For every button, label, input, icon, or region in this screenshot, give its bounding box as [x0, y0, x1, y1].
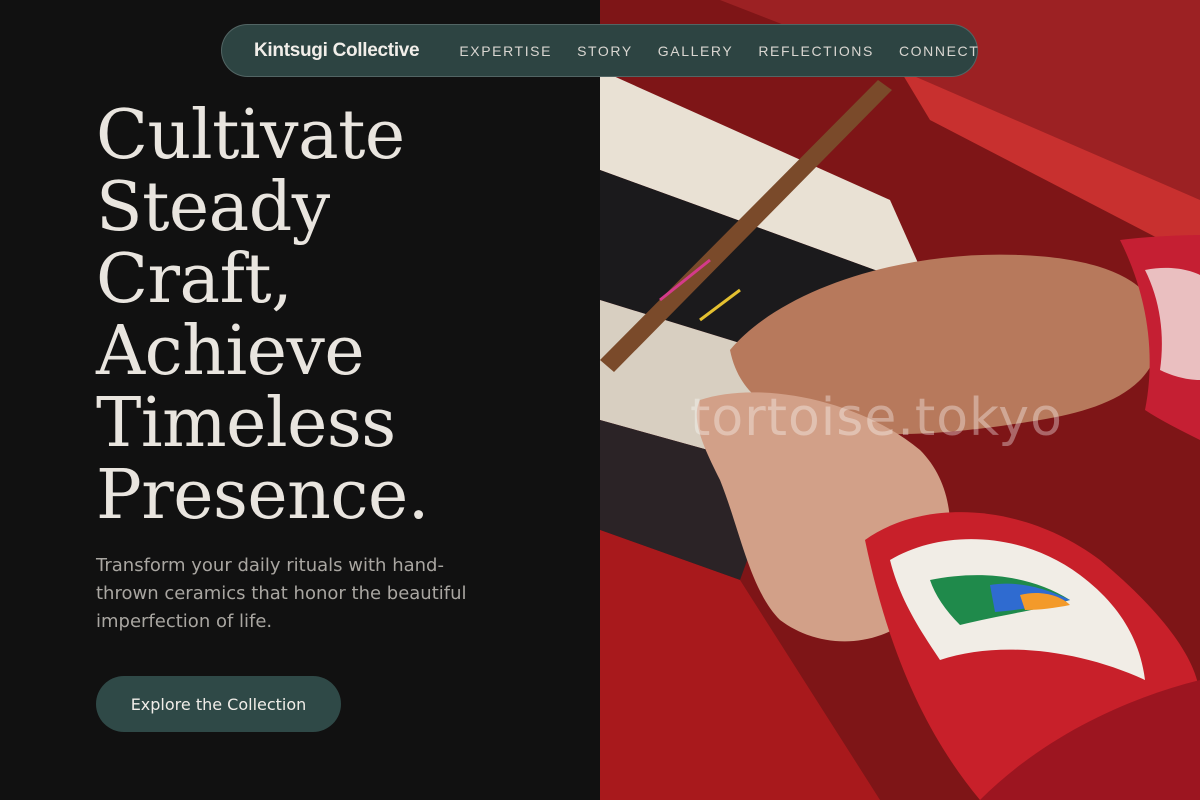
- nav-link-expertise[interactable]: EXPERTISE: [459, 43, 552, 59]
- nav-link-story[interactable]: STORY: [577, 43, 633, 59]
- top-navigation: Kintsugi Collective EXPERTISE STORY GALL…: [221, 24, 978, 77]
- headline-line: Achieve: [96, 312, 365, 391]
- headline-line: Craft,: [96, 240, 293, 319]
- nav-link-connect[interactable]: CONNECT: [899, 43, 979, 59]
- nav-link-gallery[interactable]: GALLERY: [658, 43, 734, 59]
- page: Cultivate Steady Craft, Achieve Timeless…: [0, 0, 1200, 800]
- hero-subtext: Transform your daily rituals with hand-t…: [96, 555, 467, 632]
- explore-collection-button[interactable]: Explore the Collection: [96, 676, 341, 732]
- headline-line: Presence.: [96, 456, 429, 535]
- headline-line: Steady: [96, 168, 330, 247]
- nav-link-reflections[interactable]: REFLECTIONS: [758, 43, 874, 59]
- headline-line: Timeless: [96, 384, 396, 463]
- headline-line: Cultivate: [96, 96, 405, 175]
- hero-headline: Cultivate Steady Craft, Achieve Timeless…: [96, 100, 576, 532]
- hero-left-panel: Cultivate Steady Craft, Achieve Timeless…: [0, 0, 600, 800]
- watermark-text: tortoise.tokyo: [690, 388, 1063, 448]
- nav-links: EXPERTISE STORY GALLERY REFLECTIONS CONN…: [459, 43, 979, 59]
- brand-logo[interactable]: Kintsugi Collective: [254, 40, 420, 62]
